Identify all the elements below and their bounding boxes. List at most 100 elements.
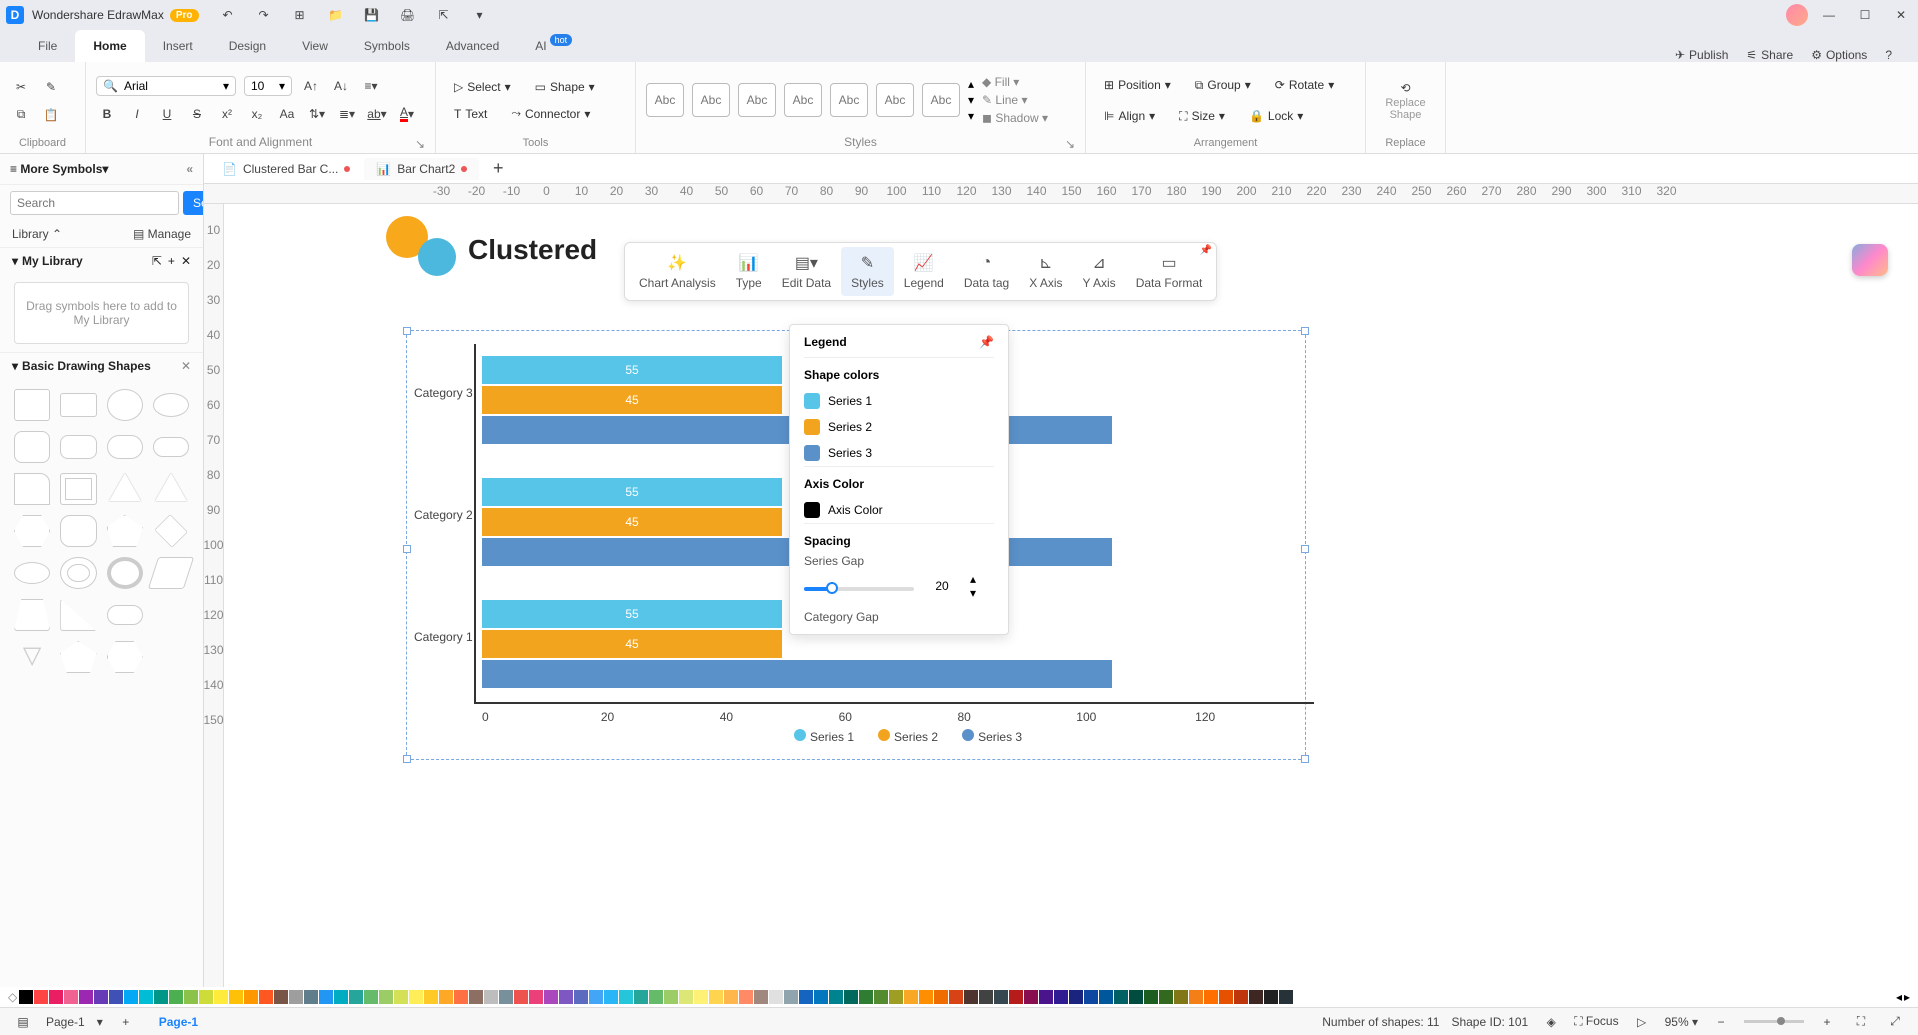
color-swatch[interactable]	[574, 990, 588, 1004]
color-swatch[interactable]	[424, 990, 438, 1004]
layers-icon[interactable]: ◈	[1540, 1011, 1562, 1033]
symbol-search-input[interactable]	[10, 191, 179, 215]
style-preset[interactable]: Abc	[646, 83, 684, 117]
shape-pentagon[interactable]	[107, 515, 143, 547]
shape-tool[interactable]: ▭ Shape ▾	[527, 77, 603, 97]
color-swatch[interactable]	[604, 990, 618, 1004]
color-swatch[interactable]	[994, 990, 1008, 1004]
highlight-icon[interactable]: ab▾	[366, 103, 388, 125]
bold-icon[interactable]: B	[96, 103, 118, 125]
styles-more-icon[interactable]: ▾	[968, 109, 974, 123]
fill-dropdown[interactable]: ◆ Fill ▾	[982, 75, 1048, 89]
line-dropdown[interactable]: ✎ Line ▾	[982, 93, 1048, 107]
color-swatch[interactable]	[94, 990, 108, 1004]
shape-ring[interactable]	[107, 557, 143, 589]
font-color-icon[interactable]: A▾	[396, 103, 418, 125]
drop-area[interactable]: Drag symbols here to add to My Library	[14, 282, 189, 344]
color-swatch[interactable]	[439, 990, 453, 1004]
fit-icon[interactable]: ⛶	[1850, 1011, 1872, 1033]
more-symbols-label[interactable]: More Symbols	[20, 162, 102, 176]
fullscreen-icon[interactable]: ⤢	[1884, 1011, 1906, 1033]
color-swatch[interactable]	[64, 990, 78, 1004]
search-button[interactable]: Search	[183, 191, 204, 215]
color-swatch[interactable]	[379, 990, 393, 1004]
color-swatch[interactable]	[799, 990, 813, 1004]
color-swatch[interactable]	[304, 990, 318, 1004]
menu-design[interactable]: Design	[211, 30, 284, 62]
position-dropdown[interactable]: ⊞ Position▾	[1096, 75, 1179, 95]
focus-button[interactable]: ⛶ Focus	[1574, 1014, 1618, 1029]
color-swatch[interactable]	[844, 990, 858, 1004]
color-swatch[interactable]	[1234, 990, 1248, 1004]
publish-button[interactable]: ✈ Publish	[1669, 48, 1734, 62]
color-swatch[interactable]	[919, 990, 933, 1004]
redo-icon[interactable]: ↷	[253, 4, 275, 26]
color-swatch[interactable]	[1099, 990, 1113, 1004]
color-swatch[interactable]	[979, 990, 993, 1004]
shape-rtriangle[interactable]	[60, 599, 96, 631]
new-icon[interactable]: ⊞	[289, 4, 311, 26]
color-next-icon[interactable]: ▸	[1904, 990, 1910, 1004]
shape-oct[interactable]	[60, 515, 96, 547]
series-gap-input[interactable]	[924, 579, 960, 593]
zoom-slider[interactable]	[1744, 1020, 1804, 1023]
color-swatch[interactable]	[259, 990, 273, 1004]
strike-icon[interactable]: S	[186, 103, 208, 125]
chart-type-button[interactable]: 📊Type	[726, 247, 772, 296]
color-swatch[interactable]	[679, 990, 693, 1004]
color-swatch[interactable]	[1024, 990, 1038, 1004]
color-swatch[interactable]	[1189, 990, 1203, 1004]
zoom-in-icon[interactable]: +	[1816, 1011, 1838, 1033]
color-swatch[interactable]	[229, 990, 243, 1004]
paste-icon[interactable]: 📋	[40, 104, 62, 126]
color-swatch[interactable]	[1174, 990, 1188, 1004]
color-swatch[interactable]	[1054, 990, 1068, 1004]
color-swatch[interactable]	[454, 990, 468, 1004]
color-swatch[interactable]	[124, 990, 138, 1004]
library-dropdown[interactable]: Library ⌃	[12, 227, 62, 241]
color-swatch[interactable]	[79, 990, 93, 1004]
shape-trapezoid[interactable]	[14, 599, 50, 631]
color-swatch[interactable]	[934, 990, 948, 1004]
shape-roundrect2[interactable]	[60, 435, 96, 459]
color-swatch[interactable]	[154, 990, 168, 1004]
color-swatch[interactable]	[1039, 990, 1053, 1004]
color-swatch[interactable]	[394, 990, 408, 1004]
shape-ellipse[interactable]	[153, 393, 189, 417]
color-swatch[interactable]	[1249, 990, 1263, 1004]
list-icon[interactable]: ≣▾	[336, 103, 358, 125]
color-swatch[interactable]	[724, 990, 738, 1004]
color-swatch[interactable]	[859, 990, 873, 1004]
color-prev-icon[interactable]: ◂	[1896, 990, 1902, 1004]
color-swatch[interactable]	[949, 990, 963, 1004]
doc-tab[interactable]: 📄 Clustered Bar C...	[210, 158, 362, 180]
add-lib-icon[interactable]: +	[168, 254, 175, 268]
minimize-icon[interactable]: —	[1818, 4, 1840, 26]
color-swatch[interactable]	[964, 990, 978, 1004]
play-icon[interactable]: ▷	[1631, 1011, 1653, 1033]
color-swatch[interactable]	[1279, 990, 1293, 1004]
xaxis-button[interactable]: ⊾X Axis	[1019, 247, 1072, 296]
color-swatch[interactable]	[754, 990, 768, 1004]
format-painter-icon[interactable]: ✎	[40, 76, 62, 98]
color-swatch[interactable]	[409, 990, 423, 1004]
shape-hex[interactable]	[14, 515, 50, 547]
italic-icon[interactable]: I	[126, 103, 148, 125]
close-section-icon[interactable]: ✕	[181, 359, 191, 373]
color-swatch[interactable]	[214, 990, 228, 1004]
shape-oval[interactable]	[14, 562, 50, 584]
hamburger-icon[interactable]: ≡	[10, 162, 17, 176]
color-swatch[interactable]	[34, 990, 48, 1004]
stepper-up-icon[interactable]: ▴	[970, 572, 976, 586]
decrease-font-icon[interactable]: A↓	[330, 75, 352, 97]
color-swatch[interactable]	[334, 990, 348, 1004]
color-swatch[interactable]	[1159, 990, 1173, 1004]
user-avatar[interactable]	[1786, 4, 1808, 26]
style-preset[interactable]: Abc	[922, 83, 960, 117]
color-swatch[interactable]	[619, 990, 633, 1004]
print-icon[interactable]: 🖨	[397, 4, 419, 26]
page-list-icon[interactable]: ▤	[12, 1011, 34, 1033]
color-swatch[interactable]	[19, 990, 33, 1004]
chart-analysis-button[interactable]: ✨Chart Analysis	[629, 247, 726, 296]
shadow-dropdown[interactable]: ◼ Shadow ▾	[982, 111, 1048, 125]
